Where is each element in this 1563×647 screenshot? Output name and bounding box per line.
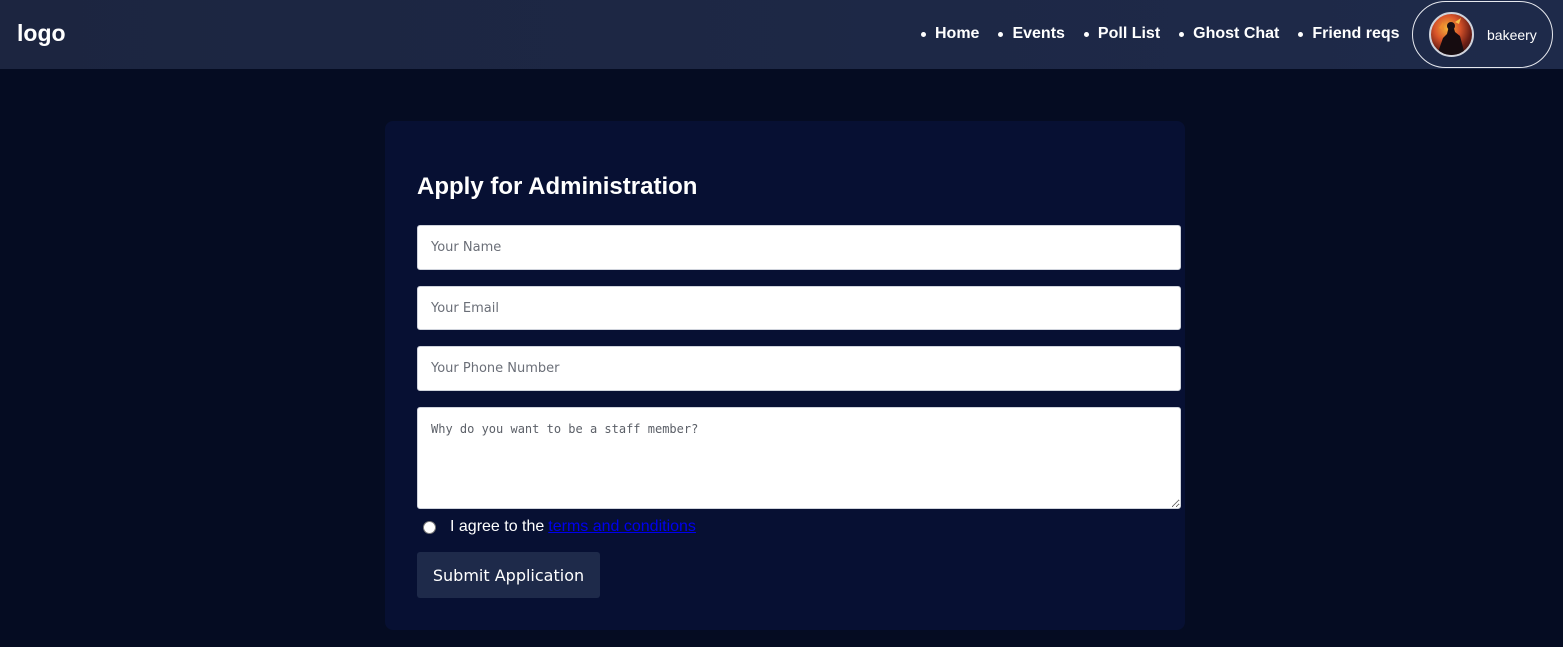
form-title: Apply for Administration [417, 173, 698, 200]
profile-button[interactable]: bakeery [1412, 1, 1553, 68]
submit-application-button[interactable]: Submit Application [417, 552, 600, 598]
nav-item-home[interactable]: Home [921, 24, 979, 44]
site-logo[interactable]: logo [17, 20, 66, 47]
nav-item-friend-reqs[interactable]: Friend reqs [1298, 24, 1400, 44]
nav-item-events[interactable]: Events [998, 24, 1065, 44]
terms-agree-radio[interactable] [423, 520, 436, 534]
user-avatar-icon [1429, 12, 1474, 57]
bullet-icon [1083, 31, 1089, 37]
top-navbar: logo Home Events Poll List Ghost Chat Fr… [0, 0, 1563, 69]
nav-item-label: Events [1012, 25, 1065, 42]
bullet-icon [1179, 31, 1185, 37]
nav-item-label: Poll List [1097, 25, 1161, 42]
nav-item-label: Friend reqs [1312, 25, 1400, 42]
email-input[interactable] [417, 286, 1181, 330]
name-input[interactable] [417, 225, 1181, 270]
terms-link[interactable]: terms and conditions [548, 518, 696, 536]
bullet-icon [998, 31, 1004, 37]
nav-item-ghost-chat[interactable]: Ghost Chat [1179, 24, 1279, 44]
bullet-icon [921, 31, 926, 37]
reason-textarea[interactable] [417, 407, 1181, 509]
nav-item-poll-list[interactable]: Poll List [1083, 24, 1161, 44]
bullet-icon [1298, 31, 1304, 37]
phone-input[interactable] [417, 346, 1181, 391]
main-nav: Home Events Poll List Ghost Chat Friend … [921, 24, 1419, 44]
nav-item-label: Ghost Chat [1193, 25, 1280, 42]
terms-agree-text: I agree to the [450, 518, 545, 535]
nav-item-label: Home [935, 25, 980, 42]
profile-username: bakeery [1487, 26, 1537, 43]
terms-agreement-row: I agree to the terms and conditions [422, 517, 696, 537]
application-form-card: Apply for Administration I agree to the … [385, 121, 1185, 630]
